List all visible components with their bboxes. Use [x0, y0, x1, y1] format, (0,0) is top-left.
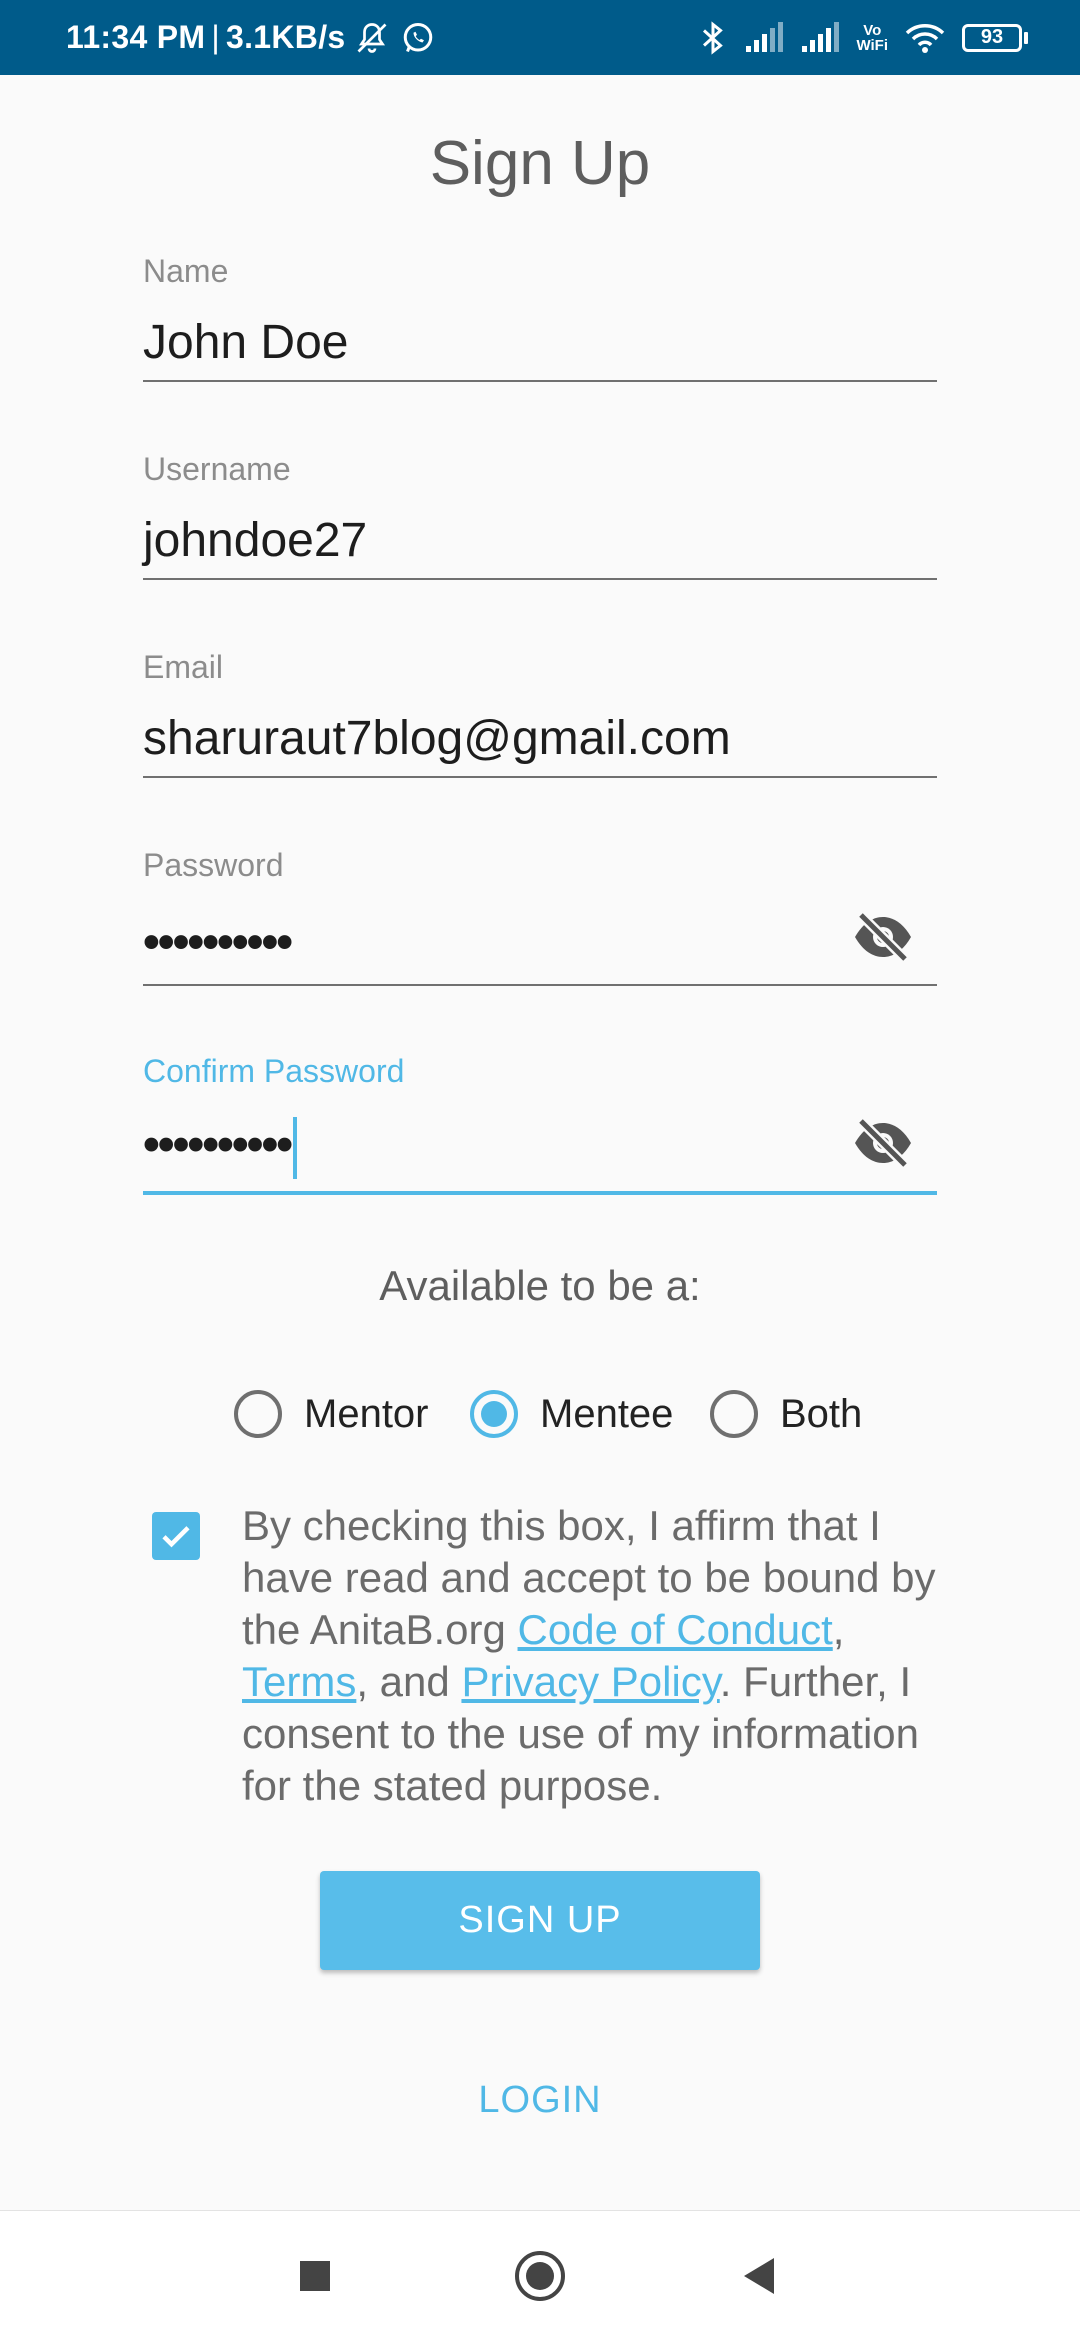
text-cursor	[293, 1117, 298, 1179]
wifi-icon	[904, 21, 946, 55]
privacy-policy-link[interactable]: Privacy Policy	[461, 1658, 719, 1705]
radio-label-mentee: Mentee	[540, 1391, 674, 1436]
status-left: 11:34 PM | 3.1KB/s	[66, 0, 436, 75]
signal-icon	[744, 21, 784, 54]
back-button[interactable]	[700, 2211, 820, 2341]
status-speed: 3.1KB/s	[226, 19, 346, 55]
consent-checkbox[interactable]	[152, 1512, 200, 1560]
confirm-password-value: ••••••••••	[143, 1118, 293, 1172]
username-underline	[143, 578, 937, 580]
status-bar: 11:34 PM | 3.1KB/s Vo WiFi 93	[0, 0, 1080, 75]
vowifi-icon: Vo WiFi	[856, 23, 888, 53]
sign-up-button[interactable]: SIGN UP	[320, 1871, 760, 1970]
login-button[interactable]: LOGIN	[440, 2070, 640, 2130]
circle-icon	[515, 2251, 565, 2301]
eye-off-icon[interactable]	[851, 1117, 915, 1174]
radio-mentee[interactable]: Mentee	[470, 1380, 673, 1448]
mute-bell-icon	[354, 20, 390, 56]
consent-text-3: , and	[356, 1658, 462, 1705]
radio-label-both: Both	[780, 1391, 863, 1436]
username-input[interactable]: johndoe27	[143, 513, 367, 568]
triangle-back-icon	[744, 2258, 774, 2294]
confirm-password-input[interactable]: ••••••••••	[143, 1117, 298, 1179]
status-time: 11:34 PM	[66, 19, 206, 55]
recents-button[interactable]	[255, 2211, 375, 2341]
status-separator: |	[211, 19, 220, 55]
availability-radio-group: Mentor Mentee Both	[0, 1380, 1080, 1448]
username-label: Username	[143, 451, 291, 487]
vowifi-label-top: Vo	[863, 21, 882, 39]
consent-text: By checking this box, I affirm that I ha…	[242, 1500, 962, 1812]
radio-button[interactable]	[234, 1390, 282, 1438]
email-field[interactable]: Email sharuraut7blog@gmail.com	[143, 649, 937, 781]
confirm-password-underline	[143, 1191, 937, 1195]
navigation-bar	[0, 2210, 1080, 2341]
confirm-password-label: Confirm Password	[143, 1053, 405, 1089]
email-input[interactable]: sharuraut7blog@gmail.com	[143, 711, 731, 766]
name-input[interactable]: John Doe	[143, 315, 348, 370]
vowifi-label-bottom: WiFi	[856, 36, 888, 54]
name-label: Name	[143, 253, 229, 289]
password-underline	[143, 984, 937, 986]
eye-off-icon[interactable]	[851, 911, 915, 968]
consent-text-2: ,	[832, 1606, 845, 1653]
email-underline	[143, 776, 937, 778]
confirm-password-field[interactable]: Confirm Password ••••••••••	[143, 1053, 937, 1197]
terms-link[interactable]: Terms	[242, 1658, 356, 1705]
password-label: Password	[143, 847, 284, 883]
availability-label: Available to be a:	[379, 1262, 701, 1309]
battery-level: 93	[980, 26, 1004, 48]
square-icon	[300, 2261, 330, 2291]
radio-mentor[interactable]: Mentor	[234, 1380, 429, 1448]
name-underline	[143, 380, 937, 382]
bluetooth-icon	[698, 20, 728, 56]
page-title: Sign Up	[429, 129, 651, 198]
battery-icon: 93	[962, 23, 1028, 52]
radio-button[interactable]	[470, 1390, 518, 1438]
radio-both[interactable]: Both	[710, 1380, 862, 1448]
password-field[interactable]: Password ••••••••••	[143, 847, 937, 987]
whatsapp-icon	[400, 20, 436, 56]
status-right: Vo WiFi 93	[698, 0, 1028, 75]
email-label: Email	[143, 649, 224, 685]
username-field[interactable]: Username johndoe27	[143, 451, 937, 583]
signal-icon	[800, 21, 840, 54]
name-field[interactable]: Name John Doe	[143, 253, 937, 385]
password-input[interactable]: ••••••••••	[143, 915, 293, 970]
check-icon	[162, 1526, 190, 1548]
radio-label-mentor: Mentor	[304, 1391, 429, 1436]
radio-button[interactable]	[710, 1390, 758, 1438]
code-of-conduct-link[interactable]: Code of Conduct	[518, 1606, 833, 1653]
home-button[interactable]	[480, 2211, 600, 2341]
